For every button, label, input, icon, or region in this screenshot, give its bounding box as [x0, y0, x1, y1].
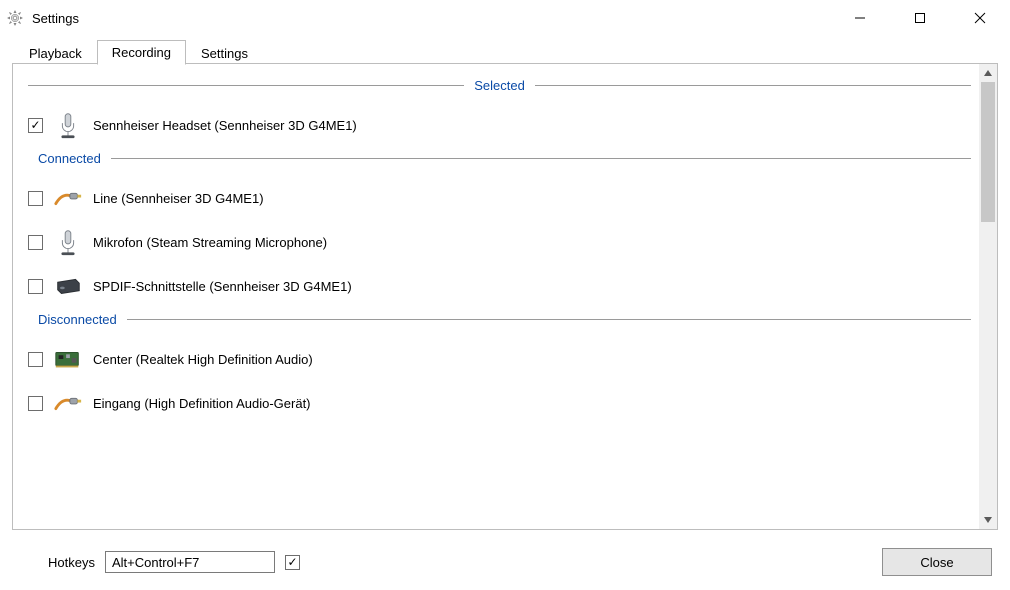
close-button[interactable]: Close	[882, 548, 992, 576]
tab-settings[interactable]: Settings	[186, 41, 263, 65]
device-checkbox[interactable]	[28, 118, 43, 133]
hotkeys-input[interactable]	[105, 551, 275, 573]
window-title: Settings	[32, 11, 79, 26]
tab-playback[interactable]: Playback	[14, 41, 97, 65]
gear-icon	[6, 9, 24, 27]
maximize-button[interactable]	[890, 0, 950, 36]
device-row[interactable]: Center (Realtek High Definition Audio)	[28, 337, 971, 381]
device-row[interactable]: Eingang (High Definition Audio-Gerät)	[28, 381, 971, 425]
sound-card-icon	[51, 342, 85, 376]
minimize-button[interactable]	[830, 0, 890, 36]
hotkeys-checkbox[interactable]	[285, 555, 300, 570]
device-checkbox[interactable]	[28, 235, 43, 250]
tabstrip: Playback Recording Settings	[0, 36, 1010, 64]
group-label: Connected	[28, 151, 111, 166]
group-label: Selected	[464, 78, 535, 93]
microphone-icon	[51, 108, 85, 142]
scrollbar-thumb[interactable]	[981, 82, 995, 222]
device-label: Sennheiser Headset (Sennheiser 3D G4ME1)	[93, 118, 357, 133]
line-in-icon	[51, 386, 85, 420]
device-row[interactable]: Sennheiser Headset (Sennheiser 3D G4ME1)	[28, 103, 971, 147]
group-label: Disconnected	[28, 312, 127, 327]
footer: Hotkeys Close	[12, 544, 998, 580]
device-checkbox[interactable]	[28, 352, 43, 367]
group-header-disconnected: Disconnected	[28, 312, 971, 327]
hotkeys-label: Hotkeys	[48, 555, 95, 570]
device-label: Center (Realtek High Definition Audio)	[93, 352, 313, 367]
device-row[interactable]: Mikrofon (Steam Streaming Microphone)	[28, 220, 971, 264]
microphone-icon	[51, 225, 85, 259]
device-label: SPDIF-Schnittstelle (Sennheiser 3D G4ME1…	[93, 279, 352, 294]
device-label: Mikrofon (Steam Streaming Microphone)	[93, 235, 327, 250]
device-row[interactable]: Line (Sennheiser 3D G4ME1)	[28, 176, 971, 220]
device-checkbox[interactable]	[28, 191, 43, 206]
device-row[interactable]: SPDIF-Schnittstelle (Sennheiser 3D G4ME1…	[28, 264, 971, 308]
spdif-icon	[51, 269, 85, 303]
device-list: Selected Sennheiser Headset (Sennheiser …	[28, 74, 993, 523]
close-window-button[interactable]	[950, 0, 1010, 36]
vertical-scrollbar[interactable]	[979, 64, 997, 529]
device-checkbox[interactable]	[28, 396, 43, 411]
tab-pane: Selected Sennheiser Headset (Sennheiser …	[12, 64, 998, 530]
device-label: Line (Sennheiser 3D G4ME1)	[93, 191, 264, 206]
device-label: Eingang (High Definition Audio-Gerät)	[93, 396, 311, 411]
group-header-selected: Selected	[28, 78, 971, 93]
titlebar: Settings	[0, 0, 1010, 36]
group-header-connected: Connected	[28, 151, 971, 166]
tab-recording[interactable]: Recording	[97, 40, 186, 65]
scroll-down-arrow-icon[interactable]	[979, 511, 997, 529]
line-in-icon	[51, 181, 85, 215]
device-checkbox[interactable]	[28, 279, 43, 294]
scroll-up-arrow-icon[interactable]	[979, 64, 997, 82]
